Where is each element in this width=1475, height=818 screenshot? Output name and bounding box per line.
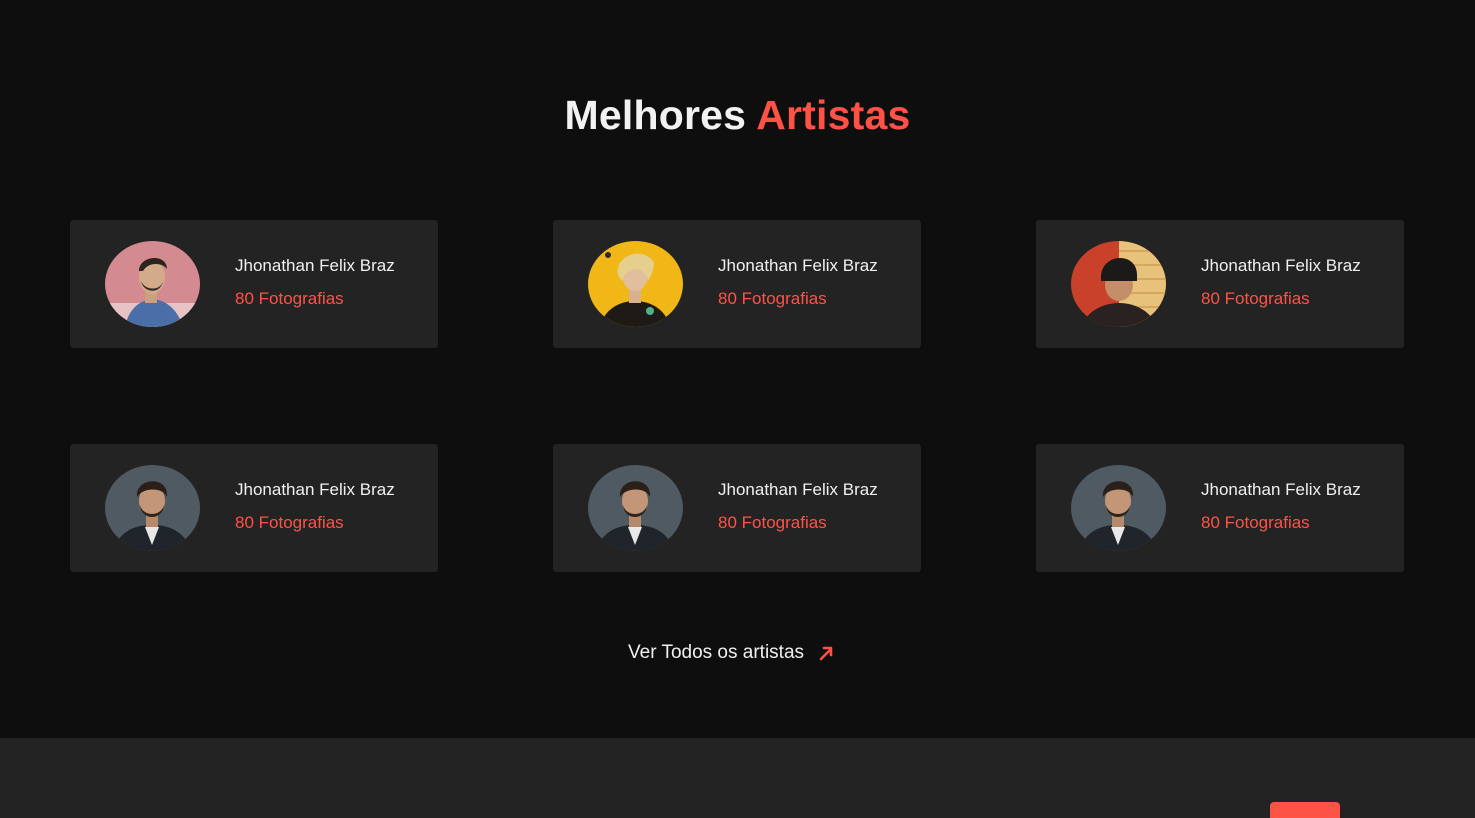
artist-card[interactable]: Jhonathan Felix Braz 80 Fotografias (70, 444, 438, 572)
section-title: Melhores Artistas (0, 92, 1475, 139)
artist-name: Jhonathan Felix Braz (1201, 256, 1361, 275)
artist-photo (105, 241, 200, 327)
artist-avatar (588, 465, 683, 551)
artist-photo-count[interactable]: 80 Fotografias (1201, 289, 1310, 309)
artist-photo-count[interactable]: 80 Fotografias (718, 513, 827, 533)
artist-photo (105, 465, 200, 551)
arrow-up-right-icon (818, 645, 834, 661)
artist-photo (588, 241, 683, 327)
title-accent: Artistas (756, 92, 911, 138)
artist-photo (588, 465, 683, 551)
artist-photo (1071, 465, 1166, 551)
artist-name: Jhonathan Felix Braz (718, 256, 878, 275)
artist-photo-count[interactable]: 80 Fotografias (235, 289, 344, 309)
artist-photo-count[interactable]: 80 Fotografias (235, 513, 344, 533)
artist-photo (1071, 241, 1166, 327)
footer-section (0, 738, 1475, 818)
title-main: Melhores (564, 92, 747, 138)
artist-name: Jhonathan Felix Braz (1201, 480, 1361, 499)
footer-button[interactable] (1270, 802, 1340, 818)
artist-photo-count[interactable]: 80 Fotografias (718, 289, 827, 309)
artist-card[interactable]: Jhonathan Felix Braz 80 Fotografias (1036, 444, 1404, 572)
view-all-artists-link[interactable]: Ver Todos os artistas (628, 642, 834, 664)
artist-card[interactable]: Jhonathan Felix Braz 80 Fotografias (553, 444, 921, 572)
artist-avatar (105, 241, 200, 327)
view-all-label: Ver Todos os artistas (628, 642, 805, 663)
artist-avatar (588, 241, 683, 327)
artist-card[interactable]: Jhonathan Felix Braz 80 Fotografias (70, 220, 438, 348)
artist-photo-count[interactable]: 80 Fotografias (1201, 513, 1310, 533)
artist-name: Jhonathan Felix Braz (235, 480, 395, 499)
artist-name: Jhonathan Felix Braz (718, 480, 878, 499)
artist-avatar (1071, 241, 1166, 327)
artist-card[interactable]: Jhonathan Felix Braz 80 Fotografias (1036, 220, 1404, 348)
artist-card[interactable]: Jhonathan Felix Braz 80 Fotografias (553, 220, 921, 348)
artist-avatar (1071, 465, 1166, 551)
artist-avatar (105, 465, 200, 551)
artist-name: Jhonathan Felix Braz (235, 256, 395, 275)
